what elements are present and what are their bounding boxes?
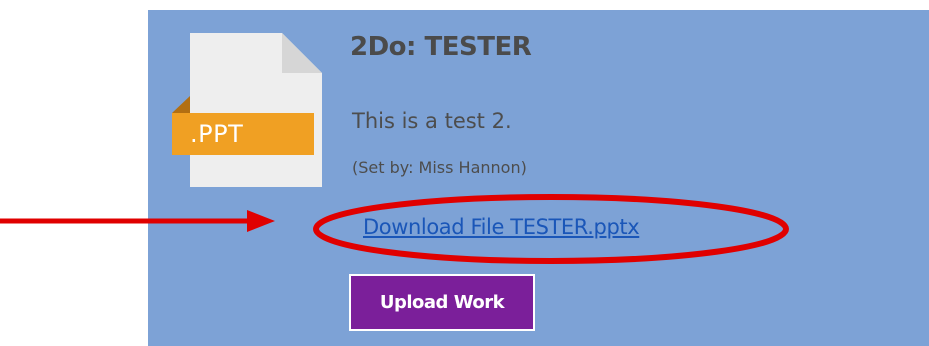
file-extension-label: .PPT [190, 120, 244, 148]
download-file-link[interactable]: Download File TESTER.pptx [363, 215, 640, 239]
assignment-description: This is a test 2. [352, 109, 512, 133]
ppt-file-icon [172, 33, 322, 187]
assignment-title: 2Do: TESTER [350, 32, 532, 62]
set-by-text: (Set by: Miss Hannon) [352, 158, 527, 177]
screenshot: .PPT 2Do: TESTER This is a test 2. (Set … [0, 0, 929, 346]
upload-work-button[interactable]: Upload Work [349, 274, 535, 331]
